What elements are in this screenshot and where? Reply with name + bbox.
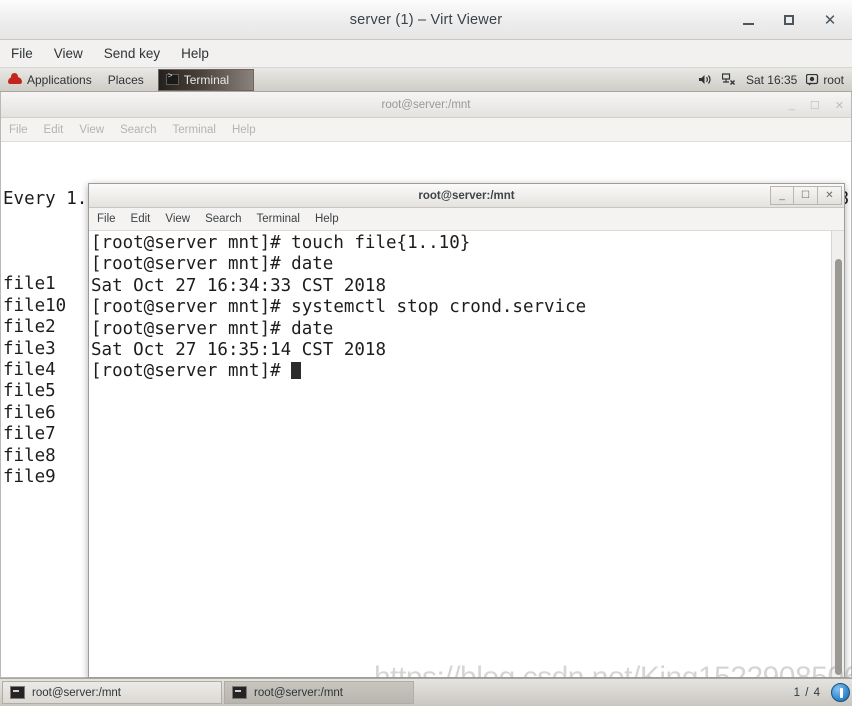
menu-file[interactable]: File	[97, 213, 116, 225]
menu-search[interactable]: Search	[205, 213, 241, 225]
show-desktop-icon[interactable]	[831, 683, 850, 702]
applications-menu-label: Applications	[27, 72, 92, 87]
user-menu[interactable]: root	[806, 73, 844, 87]
terminal-icon	[232, 686, 247, 699]
close-icon[interactable]: ✕	[818, 186, 842, 205]
terminal-output[interactable]: [root@server mnt]# touch file{1..10} [ro…	[89, 231, 831, 677]
background-terminal-titlebar: root@server:/mnt _ ☐ ✕	[1, 92, 851, 118]
menu-file[interactable]: File	[9, 124, 28, 136]
menu-search[interactable]: Search	[120, 124, 156, 136]
foreground-terminal-window-buttons: _ ☐ ✕	[770, 186, 842, 205]
gnome-top-panel: Applications Places Terminal	[0, 68, 852, 92]
gnome-panel-left: Applications Places Terminal	[0, 68, 254, 91]
menu-edit[interactable]: Edit	[44, 124, 64, 136]
menu-terminal[interactable]: Terminal	[257, 213, 300, 225]
virt-viewer-title: server (1) – Virt Viewer	[349, 11, 503, 28]
menu-view[interactable]: View	[54, 46, 83, 61]
foreground-terminal-menubar: File Edit View Search Terminal Help	[89, 208, 844, 231]
workspace-pager[interactable]: 1 / 4	[794, 687, 829, 699]
places-menu-label: Places	[107, 72, 144, 87]
minimize-icon[interactable]	[738, 10, 758, 30]
terminal-text: [root@server mnt]# touch file{1..10} [ro…	[91, 233, 587, 382]
user-menu-label: root	[823, 72, 844, 87]
terminal-cursor	[291, 362, 302, 380]
bottom-taskbar: root@server:/mnt root@server:/mnt 1 / 4	[0, 678, 852, 706]
network-disconnected-icon[interactable]	[721, 73, 737, 86]
taskbar-item[interactable]: root@server:/mnt	[2, 681, 222, 704]
taskbar-item[interactable]: root@server:/mnt	[224, 681, 414, 704]
terminal-scrollbar-thumb[interactable]	[835, 259, 842, 675]
minimize-icon[interactable]: _	[789, 99, 795, 111]
clock[interactable]: Sat 16:35	[746, 73, 797, 87]
virt-viewer-titlebar: server (1) – Virt Viewer ✕	[0, 0, 852, 40]
menu-send-key[interactable]: Send key	[104, 46, 160, 61]
foreground-terminal-body: [root@server mnt]# touch file{1..10} [ro…	[89, 231, 844, 677]
background-terminal-window-buttons: _ ☐ ✕	[789, 92, 844, 118]
screen: server (1) – Virt Viewer ✕ File View Sen…	[0, 0, 852, 706]
gnome-panel-tray: Sat 16:35 root	[698, 73, 852, 87]
menu-help[interactable]: Help	[232, 124, 256, 136]
menu-edit[interactable]: Edit	[131, 213, 151, 225]
panel-window-button-label: Terminal	[183, 72, 230, 87]
taskbar-item-label: root@server:/mnt	[32, 686, 122, 699]
close-icon[interactable]: ✕	[835, 99, 844, 112]
menu-view[interactable]: View	[79, 124, 104, 136]
maximize-icon[interactable]	[779, 10, 799, 30]
places-menu[interactable]: Places	[100, 68, 152, 91]
menu-view[interactable]: View	[165, 213, 190, 225]
menu-terminal[interactable]: Terminal	[173, 124, 216, 136]
background-terminal-menubar: File Edit View Search Terminal Help	[1, 118, 851, 142]
panel-window-button-terminal[interactable]: Terminal	[157, 68, 254, 91]
maximize-icon[interactable]: ☐	[810, 99, 820, 112]
terminal-scrollbar[interactable]	[831, 231, 844, 677]
virt-viewer-window-buttons: ✕	[738, 0, 840, 40]
menu-file[interactable]: File	[11, 46, 33, 61]
foreground-terminal-window[interactable]: root@server:/mnt _ ☐ ✕ File Edit View Se…	[88, 183, 845, 678]
menu-help[interactable]: Help	[181, 46, 209, 61]
redhat-logo-icon	[8, 73, 22, 86]
taskbar-item-label: root@server:/mnt	[254, 686, 344, 699]
maximize-icon[interactable]: ☐	[794, 186, 818, 205]
close-icon[interactable]: ✕	[820, 10, 840, 30]
background-terminal-title: root@server:/mnt	[381, 98, 471, 111]
foreground-terminal-titlebar: root@server:/mnt _ ☐ ✕	[89, 184, 844, 208]
terminal-icon	[10, 686, 25, 699]
foreground-terminal-title: root@server:/mnt	[418, 189, 515, 202]
volume-icon[interactable]	[698, 73, 713, 86]
user-icon	[806, 73, 819, 85]
menu-help[interactable]: Help	[315, 213, 339, 225]
minimize-icon[interactable]: _	[770, 186, 794, 205]
terminal-icon	[165, 72, 179, 85]
virt-viewer-menubar: File View Send key Help	[0, 40, 852, 68]
applications-menu[interactable]: Applications	[0, 68, 100, 91]
